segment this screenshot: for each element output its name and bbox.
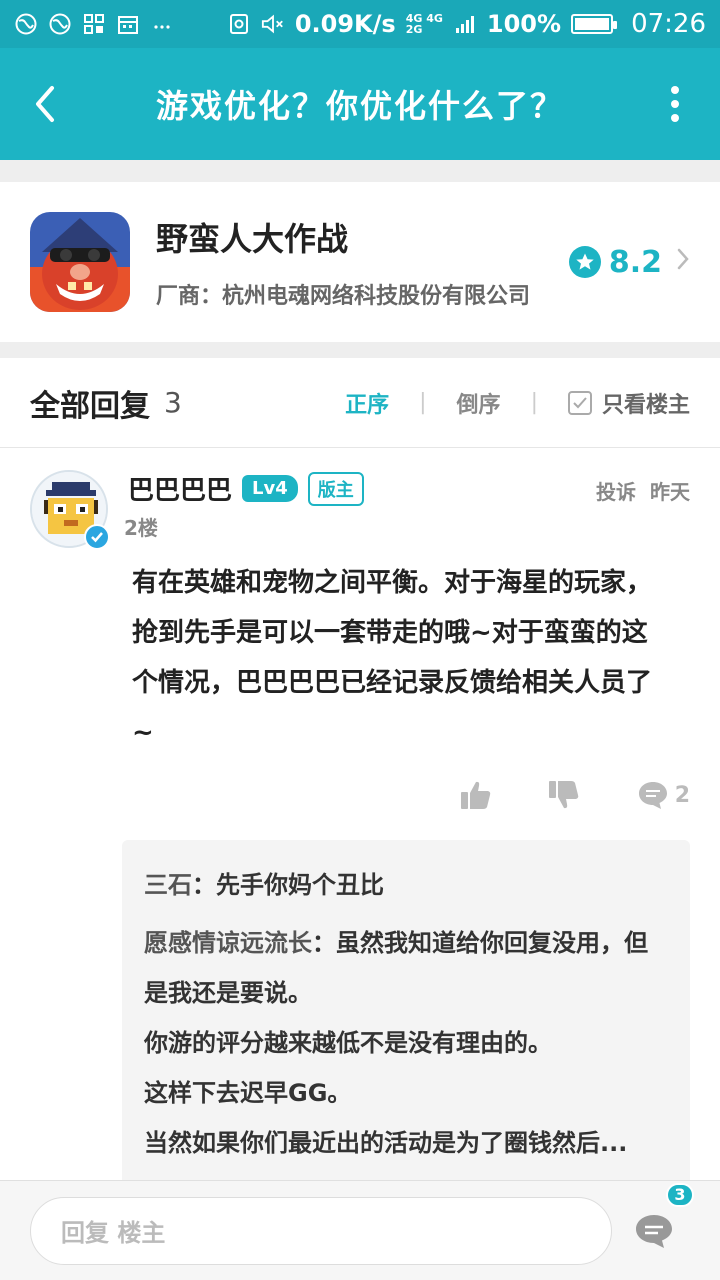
sub-reply-line: 当然如果你们最近出的活动是为了圈钱然后... [144,1129,628,1157]
reply-post: 巴巴巴巴 Lv4 版主 投诉 昨天 2楼 有在英雄和宠物之间平衡。对于海星的玩家… [0,450,720,1180]
author-avatar[interactable] [30,470,110,550]
battery-icon [571,14,618,34]
globe-icon [48,12,72,36]
verified-icon [84,524,110,550]
post-body: 有在英雄和宠物之间平衡。对于海星的玩家，抢到先手是可以一套带走的哦~对于蛮蛮的这… [132,568,653,748]
page-title: 游戏优化？你优化什么了？ [155,87,564,125]
calendar-icon [116,12,140,36]
game-vendor: 厂商：杭州电魂网络科技股份有限公司 [156,284,531,309]
thumbs-up-icon [461,781,491,809]
author-info: 巴巴巴巴 Lv4 版主 [128,470,364,507]
separator: | [530,390,538,415]
comment-count: 2 [674,782,690,808]
game-score: 8.2 [568,244,690,280]
clock: 07:26 [631,9,706,39]
replies-title: 全部回复 [30,388,150,424]
separator: | [419,390,427,415]
replies-header: 全部回复 3 正序 | 倒序 | 只看楼主 [0,358,720,448]
level-badge: Lv4 [242,475,298,502]
score-value: 8.2 [608,244,662,280]
comments-button[interactable]: 3 [624,1182,694,1261]
post-time: 昨天 [650,480,690,504]
floor-number: 2楼 [124,516,158,540]
app-bar: 游戏优化？你优化什么了？ [0,48,720,160]
comment-icon [638,782,667,809]
replies-count: 3 [164,386,182,419]
back-arrow-icon [36,86,54,122]
divider [0,342,720,358]
sub-reply-author[interactable]: 愿感情谅远流长 [144,929,312,957]
signal-icon [453,12,477,36]
apps-icon [82,12,106,36]
sub-reply-line: 你游的评分越来越低不是没有理由的。 [144,1029,552,1057]
post-meta: 投诉 昨天 [596,476,690,505]
battery-percent: 100% [486,10,562,38]
sub-reply-line: 这样下去迟早GG。 [144,1079,352,1107]
screenshot-icon [227,12,251,36]
more-notifications-icon [150,12,174,36]
owner-only-label: 只看楼主 [601,392,690,418]
comment-icon [636,1214,672,1248]
game-name: 野蛮人大作战 [156,220,349,258]
post-actions: 2 [460,780,690,810]
mute-icon [261,12,285,36]
bottom-bar: 回复 楼主 3 [0,1180,720,1280]
thumbs-down-icon [549,781,579,809]
report-link[interactable]: 投诉 [596,476,636,505]
sort-asc-tab[interactable]: 正序 [345,387,389,419]
author-name[interactable]: 巴巴巴巴 [128,470,232,507]
dislike-button[interactable] [548,780,580,810]
sub-reply: 三石：先手你妈个丑比 [144,871,384,899]
sort-desc-tab[interactable]: 倒序 [457,387,501,419]
sub-replies[interactable]: 三石：先手你妈个丑比 愿感情谅远流长：虽然我知道给你回复没用，但是我还是要说。 … [122,840,690,1180]
like-button[interactable] [460,780,492,810]
back-button[interactable] [0,48,90,160]
role-badge: 版主 [307,471,364,506]
checkbox-icon [567,390,592,415]
owner-only-toggle[interactable]: 只看楼主 [567,387,690,419]
more-vertical-icon [671,86,679,122]
sort-controls: 正序 | 倒序 | 只看楼主 [345,387,690,419]
game-icon [30,212,130,312]
reply-input[interactable]: 回复 楼主 [30,1196,612,1265]
game-card[interactable]: 野蛮人大作战 厂商：杭州电魂网络科技股份有限公司 8.2 [0,182,720,342]
more-options-button[interactable] [630,48,720,160]
sub-reply-text: 先手你妈个丑比 [216,871,384,899]
globe-icon [14,12,38,36]
sub-reply: 愿感情谅远流长：虽然我知道给你回复没用，但是我还是要说。 [144,929,648,1007]
star-icon [568,246,601,278]
chevron-right-icon [676,247,690,278]
network-speed: 0.09K/s [294,10,396,38]
network-type: 4G 4G 2G [405,12,443,36]
divider [0,160,720,182]
comment-button[interactable]: 2 [637,780,690,810]
sub-reply-author[interactable]: 三石 [144,871,192,899]
status-bar: 0.09K/s 4G 4G 2G 100% 07:26 [0,0,720,48]
comments-badge: 3 [666,1182,694,1207]
